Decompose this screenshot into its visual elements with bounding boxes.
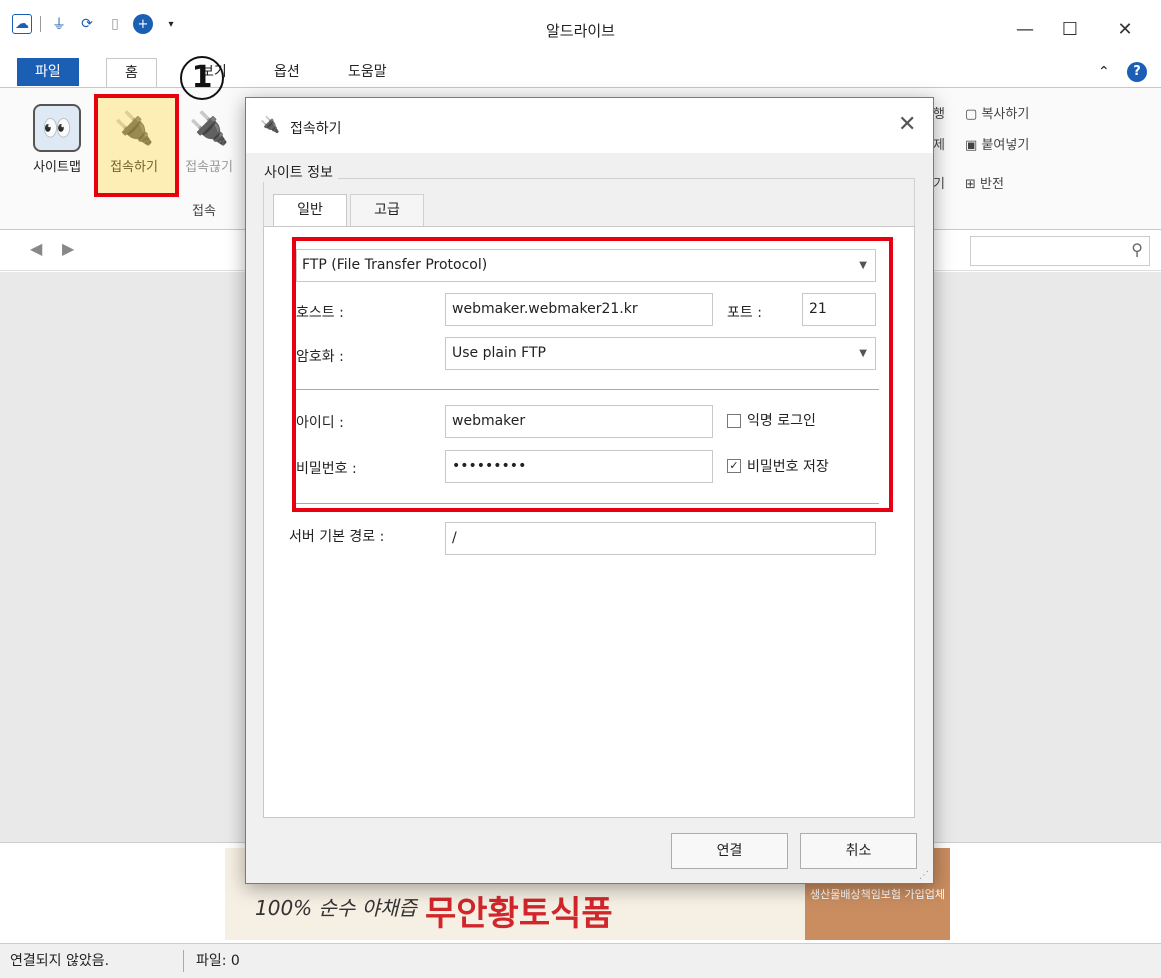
callout-number: 1 [180,56,224,100]
collapse-ribbon-icon[interactable]: ⌃ [1098,64,1110,80]
separator [183,950,184,972]
invert-button[interactable]: ⊞ 반전 [965,173,1004,192]
connect-button[interactable]: 연결 [671,833,788,869]
ad-tagline: 100% 순수 야채즙 [255,896,417,920]
search-box[interactable]: ⚲ [970,236,1150,266]
close-icon[interactable]: ✕ [1110,14,1140,44]
plug-icon: 🔌 [260,115,280,134]
ribbon-tabs: 파일 홈 보기 옵션 도움말 ⌃ ? [0,52,1161,88]
tab-advanced[interactable]: 고급 [350,194,424,226]
sitemap-icon: 👀 [33,104,81,152]
invert-label: 반전 [980,177,1004,192]
unplug-icon: 🔌 [189,109,229,147]
resize-grip-icon[interactable]: ⋰ [919,870,929,881]
paste-icon: ▣ [965,138,978,153]
copy-button[interactable]: ▢ 복사하기 [965,103,1029,122]
app-window: ☁ ⏚ ⟳ ▯ + ▾ 알드라이브 — ☐ ✕ 파일 홈 보기 옵션 도움말 ⌃… [0,0,1161,978]
delete-item[interactable]: 제 [933,134,945,153]
help-icon[interactable]: ? [1127,62,1147,82]
group-label-connect: 접속 [192,204,216,219]
tab-options[interactable]: 옵션 [256,58,318,88]
dialog-title: 접속하기 [290,121,342,137]
forward-icon[interactable]: ▶ [62,239,74,258]
select-item[interactable]: 기 [933,173,945,192]
site-info-legend: 사이트 정보 [259,162,338,182]
window-title: 알드라이브 [545,22,615,40]
tab-home[interactable]: 홈 [106,58,157,88]
server-path-label: 서버 기본 경로 : [289,529,385,545]
maximize-icon[interactable]: ☐ [1055,14,1085,44]
title-bar: ☁ ⏚ ⟳ ▯ + ▾ 알드라이브 — ☐ ✕ [0,0,1161,50]
disconnect-label: 접속끊기 [185,160,233,175]
cancel-button[interactable]: 취소 [800,833,917,869]
ad-brand: 무안황토식품 [425,894,613,934]
back-icon[interactable]: ◀ [30,239,42,258]
connect-highlight [94,94,179,197]
tab-file[interactable]: 파일 [17,58,79,86]
run-item[interactable]: 행 [933,103,945,122]
invert-icon: ⊞ [965,177,976,192]
minimize-icon[interactable]: — [1010,14,1040,44]
paste-label: 붙여넣기 [981,138,1030,153]
dialog-titlebar: 🔌 접속하기 ✕ [246,98,933,153]
sitemap-label: 사이트맵 [33,160,81,175]
search-icon[interactable]: ⚲ [1131,240,1143,259]
status-bar: 연결되지 않았음. 파일: 0 [0,943,1161,978]
tab-general[interactable]: 일반 [273,194,347,226]
copy-label: 복사하기 [981,107,1030,122]
dialog-close-icon[interactable]: ✕ [898,112,916,137]
sitemap-button[interactable]: 👀 사이트맵 [20,98,94,198]
tab-help[interactable]: 도움말 [330,58,405,88]
copy-icon: ▢ [965,107,978,122]
connection-status: 연결되지 않았음. [10,953,110,969]
file-count: 파일: 0 [196,953,240,969]
disconnect-button[interactable]: 🔌 접속끊기 [172,98,246,198]
paste-button[interactable]: ▣ 붙여넣기 [965,134,1029,153]
server-path-input[interactable]: / [445,522,876,555]
site-info-highlight [292,237,893,512]
